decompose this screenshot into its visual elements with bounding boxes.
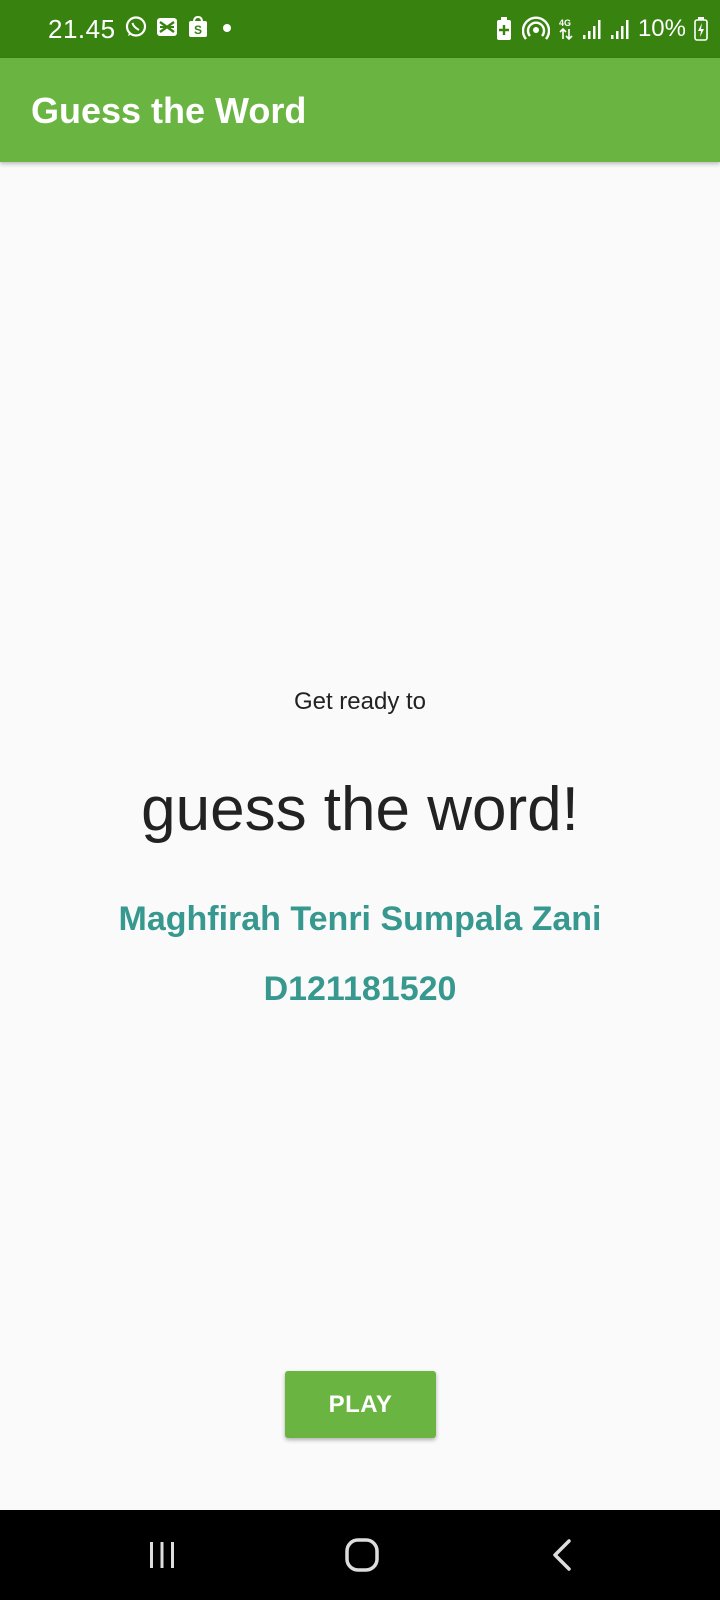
battery-charging-icon [694, 16, 708, 42]
play-button[interactable]: PLAY [285, 1371, 436, 1438]
app-bar: Guess the Word [0, 58, 720, 162]
signal-icon [582, 16, 602, 42]
system-status-icons: 4G 10% [494, 15, 708, 43]
app-title: Guess the Word [31, 90, 307, 131]
4g-icon: 4G [558, 16, 574, 42]
capcut-icon [155, 15, 179, 39]
notification-dot-icon [217, 15, 237, 39]
notification-icons: S [124, 15, 237, 39]
navigation-bar [0, 1510, 720, 1600]
headline-text: guess the word! [141, 775, 579, 844]
svg-text:S: S [194, 23, 202, 37]
back-icon [547, 1536, 579, 1574]
home-button[interactable] [337, 1535, 387, 1575]
battery-saver-icon [494, 16, 514, 42]
recents-button[interactable] [137, 1535, 187, 1575]
hotspot-icon [521, 16, 550, 42]
svg-text:4G: 4G [559, 18, 571, 28]
status-time: 21.45 [48, 14, 116, 44]
student-id: D121181520 [263, 970, 457, 1008]
student-name: Maghfirah Tenri Sumpala Zani [118, 900, 602, 938]
signal-icon [610, 16, 630, 42]
back-button[interactable] [538, 1535, 588, 1575]
battery-percentage: 10% [637, 15, 686, 42]
intro-text: Get ready to [293, 688, 427, 715]
shopee-icon: S [186, 15, 210, 39]
home-icon [343, 1536, 381, 1574]
title-screen: Get ready to guess the word! Maghfirah T… [0, 162, 720, 1510]
whatsapp-icon [124, 15, 148, 39]
recents-icon [145, 1538, 179, 1572]
status-bar: 21.45 S 4G 10% [0, 0, 720, 58]
